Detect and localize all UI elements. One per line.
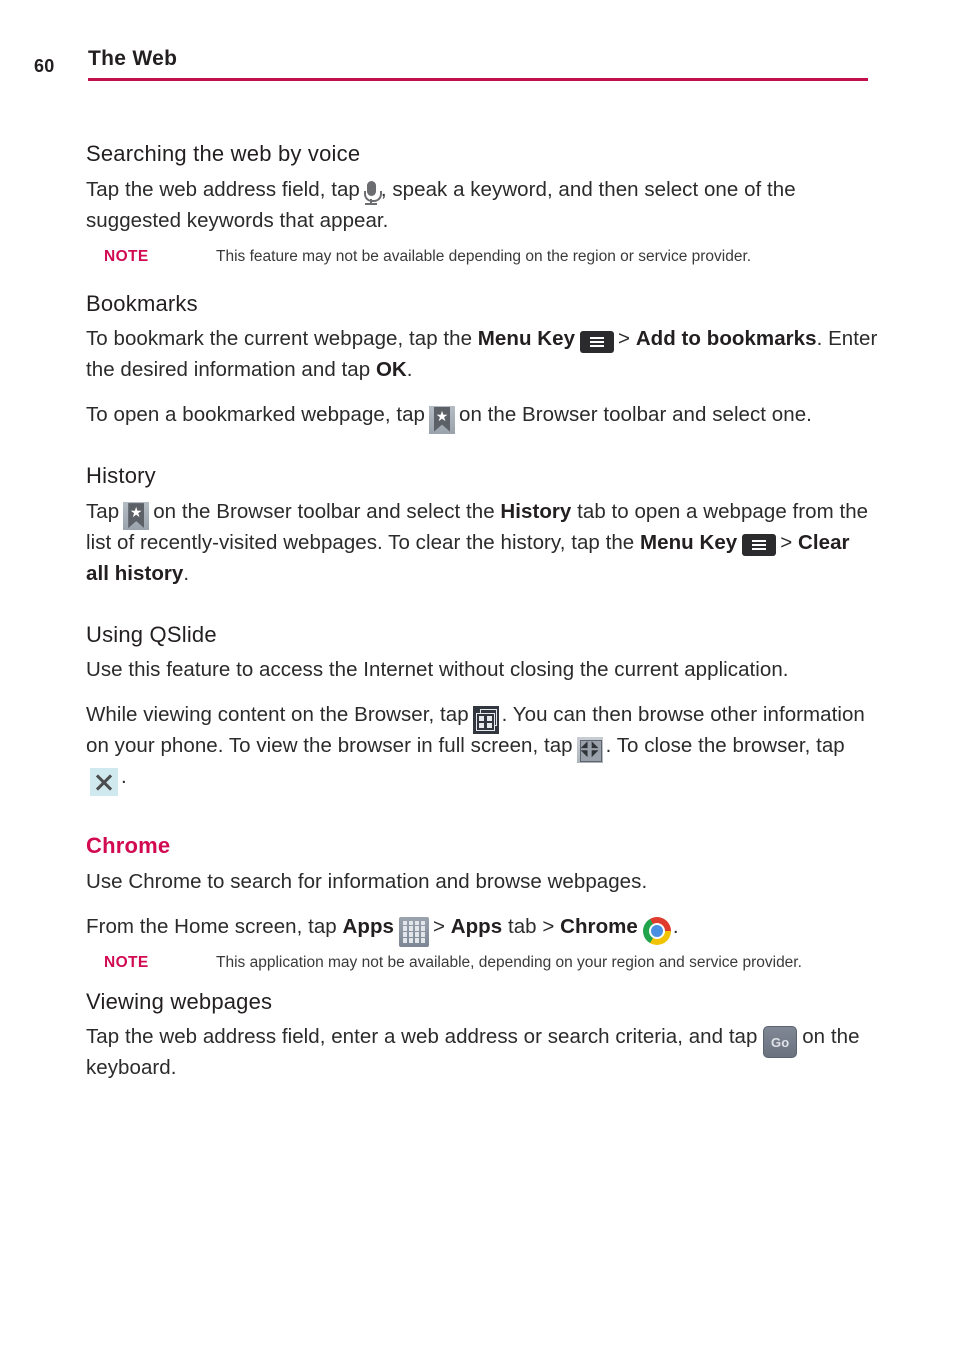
section-heading-bookmarks: Bookmarks bbox=[86, 290, 198, 316]
text-fragment: Tap the web address field, tap bbox=[86, 177, 360, 201]
document-content: Searching the web by voice Tap the web a… bbox=[86, 140, 878, 1097]
note-text: This feature may not be available depend… bbox=[216, 247, 752, 265]
text-fragment: From the Home screen, tap bbox=[86, 914, 337, 938]
go-key-label: Go bbox=[770, 1034, 790, 1050]
ok-label: OK bbox=[375, 358, 407, 381]
text-fragment: . bbox=[121, 765, 127, 788]
paragraph-bookmarks-add: To bookmark the current webpage, tap the… bbox=[86, 323, 878, 385]
paragraph-history: Tap ★ on the Browser toolbar and select th… bbox=[86, 496, 878, 589]
section-heading-searching-by-voice: Searching the web by voice bbox=[86, 141, 361, 166]
section-heading-using-qslide: Using QSlide bbox=[86, 621, 217, 647]
apps-grid-icon bbox=[398, 916, 429, 947]
close-icon bbox=[90, 767, 118, 796]
text-fragment: . bbox=[183, 561, 190, 585]
text-fragment: . bbox=[406, 358, 413, 381]
bookmark-star-icon: ★ bbox=[123, 502, 150, 531]
chrome-label: Chrome bbox=[560, 914, 638, 938]
paragraph-chrome-intro: Use Chrome to search for information and… bbox=[86, 869, 648, 893]
section-heading-viewing-webpages: Viewing webpages bbox=[86, 988, 273, 1014]
text-fragment: > bbox=[618, 327, 631, 350]
add-to-bookmarks-label: Add to bookmarks bbox=[635, 327, 817, 350]
paragraph-qslide-intro: Use this feature to access the Internet … bbox=[86, 658, 789, 681]
header-divider bbox=[88, 78, 868, 81]
text-fragment: > bbox=[780, 530, 793, 554]
note-voice: NOTE This feature may not be available d… bbox=[104, 246, 878, 268]
text-fragment: . bbox=[672, 914, 679, 938]
text-fragment: on the Browser toolbar and select one. bbox=[459, 403, 812, 426]
menu-key-label: Menu Key bbox=[640, 530, 738, 554]
text-fragment: To bookmark the current webpage, tap the bbox=[86, 327, 473, 350]
go-key-icon: Go bbox=[763, 1026, 798, 1059]
qslide-icon bbox=[472, 705, 499, 734]
history-tab-label: History bbox=[500, 499, 572, 523]
text-fragment: on the Browser toolbar and select the bbox=[153, 499, 495, 523]
menu-key-icon bbox=[580, 330, 615, 353]
chrome-logo-icon bbox=[642, 917, 671, 946]
bookmark-star-icon: ★ bbox=[429, 405, 455, 434]
text-fragment: tab > bbox=[507, 914, 555, 938]
note-label: NOTE bbox=[104, 247, 149, 265]
text-fragment: To open a bookmarked webpage, tap bbox=[86, 403, 425, 426]
section-heading-history: History bbox=[86, 463, 156, 488]
menu-key-label: Menu Key bbox=[477, 327, 576, 350]
text-fragment: > bbox=[432, 914, 445, 938]
note-text: This application may not be available, d… bbox=[216, 953, 802, 971]
menu-key-icon bbox=[742, 534, 777, 557]
paragraph-chrome-path: From the Home screen, tap Apps > Apps tab… bbox=[86, 911, 878, 947]
note-label: NOTE bbox=[104, 953, 149, 971]
paragraph-searching-by-voice: Tap the web address field, tap, speak a … bbox=[86, 174, 878, 236]
text-fragment: . To close the browser, tap bbox=[605, 734, 845, 757]
page-title: The Web bbox=[88, 47, 178, 70]
page-number: 60 bbox=[34, 56, 55, 76]
page-header: 60 The Web bbox=[0, 44, 954, 84]
text-fragment: Tap the web address field, enter a web a… bbox=[86, 1025, 758, 1048]
text-fragment: While viewing content on the Browser, ta… bbox=[86, 703, 469, 726]
fullscreen-icon: ◢ ◣ ◥ ◤ bbox=[576, 737, 603, 764]
microphone-icon bbox=[363, 180, 382, 207]
paragraph-viewing-webpages: Tap the web address field, enter a web a… bbox=[86, 1021, 878, 1083]
section-heading-chrome: Chrome bbox=[86, 833, 171, 858]
text-fragment: Tap bbox=[86, 499, 120, 523]
paragraph-bookmarks-open: To open a bookmarked webpage, tap ★ on the… bbox=[86, 399, 878, 434]
apps-label: Apps bbox=[342, 914, 394, 938]
paragraph-qslide-usage: While viewing content on the Browser, ta… bbox=[86, 699, 878, 796]
note-chrome: NOTE This application may not be availab… bbox=[104, 952, 878, 974]
apps-tab-label: Apps bbox=[450, 914, 503, 938]
